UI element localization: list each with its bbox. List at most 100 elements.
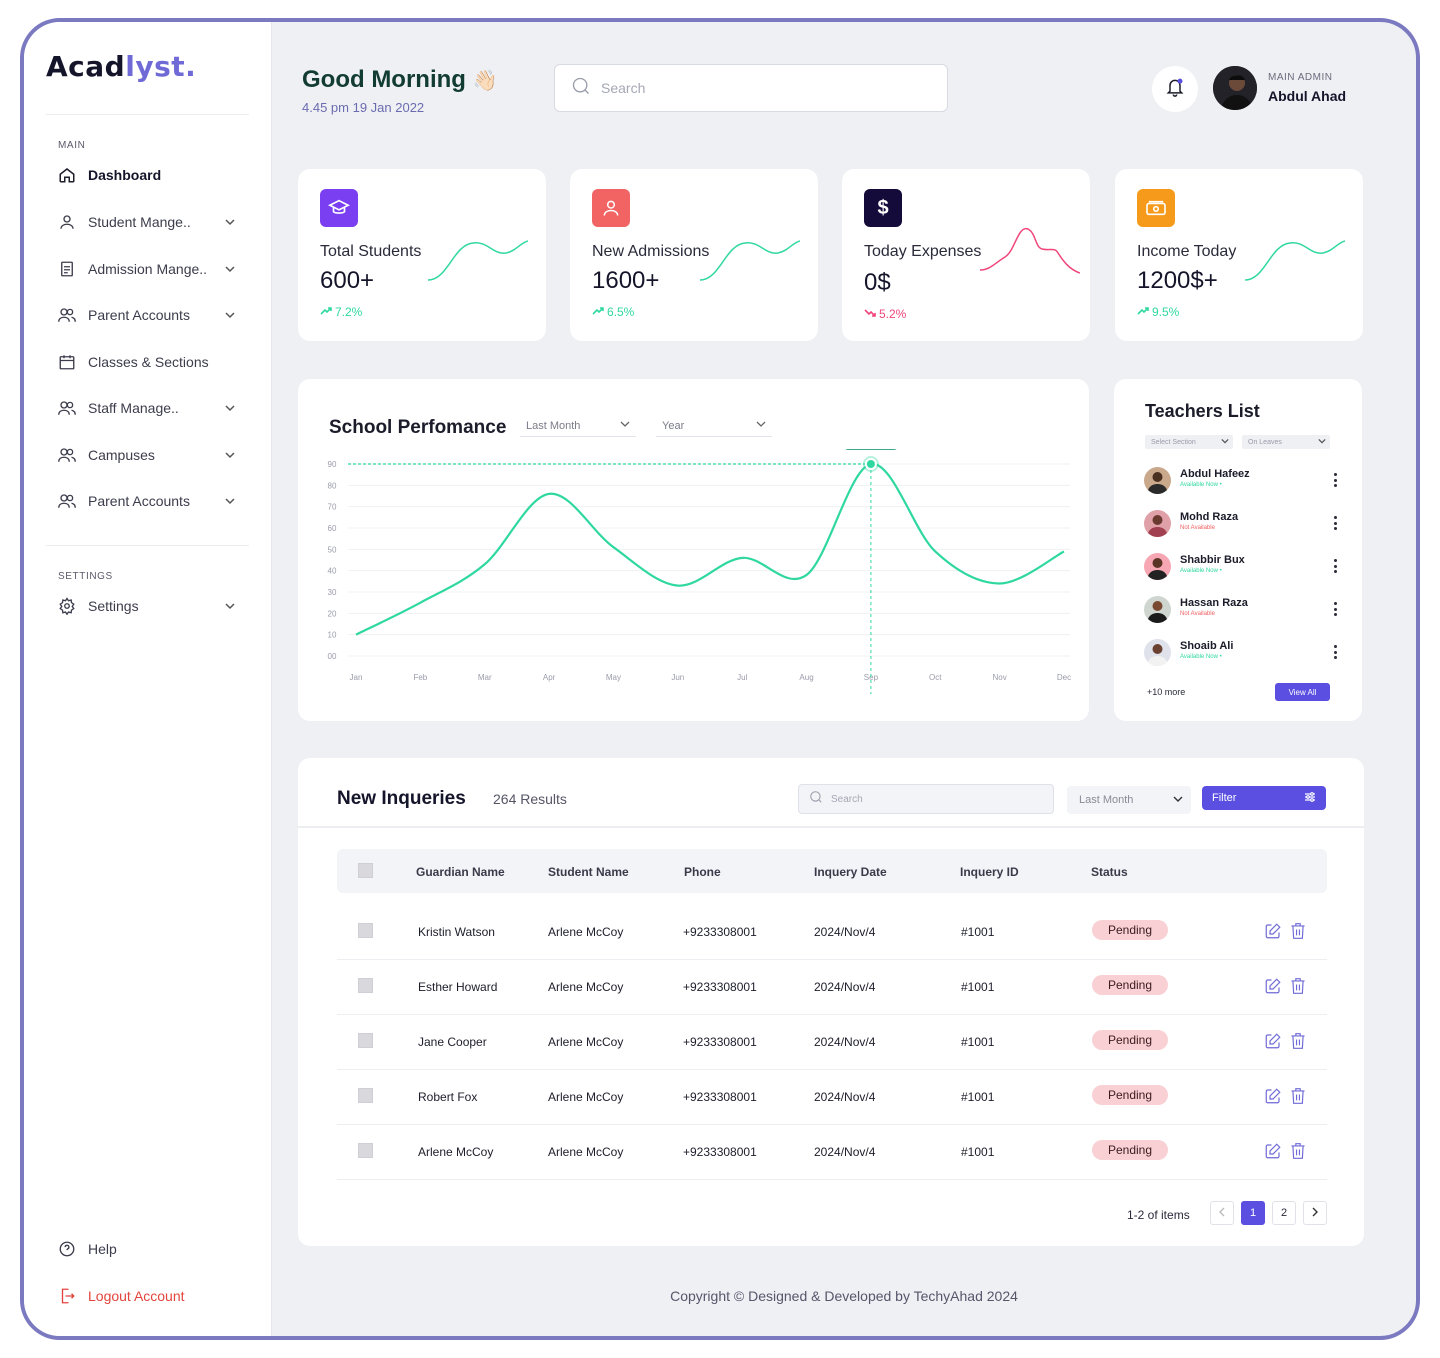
select-value: Last Month bbox=[1079, 794, 1134, 806]
table-row[interactable]: Esther Howard Arlene McCoy +9233308001 2… bbox=[337, 960, 1327, 1015]
table-header: Guardian Name Student Name Phone Inquery… bbox=[337, 849, 1327, 893]
more-vertical-icon[interactable] bbox=[1330, 600, 1340, 618]
x-tick-label: Jun bbox=[671, 673, 684, 682]
sidebar-item-help[interactable]: Help bbox=[56, 1234, 236, 1264]
trash-icon[interactable] bbox=[1289, 977, 1307, 995]
sidebar-item-dashboard[interactable]: Dashboard bbox=[56, 160, 236, 190]
filter-button[interactable]: Filter bbox=[1202, 786, 1326, 810]
sidebar-item-label: Help bbox=[88, 1241, 117, 1257]
search-input[interactable] bbox=[831, 793, 1041, 805]
trash-icon[interactable] bbox=[1289, 1087, 1307, 1105]
edit-icon[interactable] bbox=[1264, 1142, 1282, 1160]
teacher-row[interactable]: Abdul Hafeez Available Now • bbox=[1144, 465, 1337, 495]
teacher-row[interactable]: Hassan Raza Not Available bbox=[1144, 594, 1337, 624]
table-row[interactable]: Arlene McCoy Arlene McCoy +9233308001 20… bbox=[337, 1125, 1327, 1180]
sidebar-item-settings[interactable]: Settings bbox=[56, 591, 236, 621]
student-name: Arlene McCoy bbox=[548, 980, 624, 994]
year-filter-select[interactable]: Year bbox=[656, 415, 772, 437]
cash-icon bbox=[1137, 189, 1175, 227]
view-all-button[interactable]: View All bbox=[1275, 683, 1330, 701]
leave-filter-select[interactable]: On Leaves bbox=[1242, 435, 1330, 449]
notifications-button[interactable] bbox=[1152, 66, 1198, 112]
stat-card-today-expenses[interactable]: $ Today Expenses 0$ 5.2% bbox=[842, 169, 1090, 341]
chevron-down-icon bbox=[224, 309, 236, 321]
row-checkbox[interactable] bbox=[358, 1088, 373, 1103]
trash-icon[interactable] bbox=[1289, 922, 1307, 940]
chevron-down-icon bbox=[224, 402, 236, 414]
column-header[interactable]: Status bbox=[1091, 865, 1128, 879]
search-input[interactable] bbox=[601, 80, 921, 96]
x-tick-label: Oct bbox=[929, 673, 942, 682]
column-header[interactable]: Inquery ID bbox=[960, 865, 1019, 879]
trend-down-icon bbox=[864, 307, 876, 321]
teacher-row[interactable]: Mohd Raza Not Available bbox=[1144, 508, 1337, 538]
pagination-prev[interactable] bbox=[1210, 1201, 1234, 1225]
section-filter-select[interactable]: Select Section bbox=[1145, 435, 1233, 449]
tooltip-box bbox=[845, 449, 897, 450]
logout-button[interactable]: Logout Account bbox=[56, 1281, 236, 1311]
chevron-down-icon bbox=[224, 600, 236, 612]
highlight-point bbox=[864, 458, 877, 470]
sidebar-item-student-manage[interactable]: Student Mange.. bbox=[56, 207, 236, 237]
row-checkbox[interactable] bbox=[358, 978, 373, 993]
table-row[interactable]: Robert Fox Arlene McCoy +9233308001 2024… bbox=[337, 1070, 1327, 1125]
inquiry-id: #1001 bbox=[961, 925, 995, 939]
sidebar-item-parent-accounts[interactable]: Parent Accounts bbox=[56, 300, 236, 330]
more-vertical-icon[interactable] bbox=[1330, 643, 1340, 661]
column-header[interactable]: Phone bbox=[684, 865, 721, 879]
sidebar-item-classes-sections[interactable]: Classes & Sections bbox=[56, 347, 236, 377]
users-icon bbox=[56, 397, 78, 419]
period-select[interactable]: Last Month bbox=[1067, 786, 1191, 814]
column-header[interactable]: Inquery Date bbox=[814, 865, 887, 879]
teacher-row[interactable]: Shabbir Bux Available Now • bbox=[1144, 551, 1337, 581]
sidebar-item-campuses[interactable]: Campuses bbox=[56, 440, 236, 470]
row-checkbox[interactable] bbox=[358, 923, 373, 938]
sidebar-item-label: Dashboard bbox=[88, 167, 162, 183]
sidebar-item-staff-manage[interactable]: Staff Manage.. bbox=[56, 393, 236, 423]
sidebar-item-label: Student Mange.. bbox=[88, 214, 191, 230]
trash-icon[interactable] bbox=[1289, 1142, 1307, 1160]
row-checkbox[interactable] bbox=[358, 1033, 373, 1048]
table-row[interactable]: Jane Cooper Arlene McCoy +9233308001 202… bbox=[337, 1015, 1327, 1070]
stat-trend: 6.5% bbox=[592, 305, 634, 319]
sidebar-item-label: Logout Account bbox=[88, 1288, 185, 1304]
stat-card-total-students[interactable]: Total Students 600+ 7.2% bbox=[298, 169, 546, 341]
admin-avatar[interactable] bbox=[1213, 66, 1257, 110]
sidebar-item-label: Parent Accounts bbox=[88, 307, 190, 323]
app-logo[interactable]: Acadlyst. bbox=[46, 50, 196, 83]
sidebar-item-parent-accounts-2[interactable]: Parent Accounts bbox=[56, 486, 236, 516]
x-tick-label: Apr bbox=[543, 673, 556, 682]
chart-title: School Perfomance bbox=[329, 417, 507, 438]
more-vertical-icon[interactable] bbox=[1330, 557, 1340, 575]
column-header[interactable]: Student Name bbox=[548, 865, 629, 879]
inquiries-search[interactable] bbox=[798, 784, 1054, 814]
trash-icon[interactable] bbox=[1289, 1032, 1307, 1050]
x-tick-label: Mar bbox=[478, 673, 492, 682]
graduation-cap-icon bbox=[320, 189, 358, 227]
edit-icon[interactable] bbox=[1264, 922, 1282, 940]
table-row[interactable]: Kristin Watson Arlene McCoy +9233308001 … bbox=[337, 905, 1327, 960]
edit-icon[interactable] bbox=[1264, 1032, 1282, 1050]
select-all-checkbox[interactable] bbox=[358, 863, 373, 878]
column-header[interactable]: Guardian Name bbox=[416, 865, 505, 879]
pagination-next[interactable] bbox=[1303, 1201, 1327, 1225]
global-search[interactable] bbox=[554, 64, 948, 112]
row-checkbox[interactable] bbox=[358, 1143, 373, 1158]
sidebar-item-admission-manage[interactable]: Admission Mange.. bbox=[56, 254, 236, 284]
pagination-page[interactable]: 2 bbox=[1272, 1201, 1296, 1225]
inquiries-count: 264 Results bbox=[493, 791, 567, 807]
document-icon bbox=[56, 258, 78, 280]
more-vertical-icon[interactable] bbox=[1330, 514, 1340, 532]
more-vertical-icon[interactable] bbox=[1330, 471, 1340, 489]
y-tick-label: 40 bbox=[328, 567, 337, 576]
user-icon bbox=[592, 189, 630, 227]
stat-card-new-admissions[interactable]: New Admissions 1600+ 6.5% bbox=[570, 169, 818, 341]
pagination-page[interactable]: 1 bbox=[1241, 1201, 1265, 1225]
edit-icon[interactable] bbox=[1264, 1087, 1282, 1105]
stat-card-income-today[interactable]: Income Today 1200$+ 9.5% bbox=[1115, 169, 1363, 341]
sparkline bbox=[700, 240, 800, 281]
month-filter-select[interactable]: Last Month bbox=[520, 415, 636, 437]
teacher-row[interactable]: Shoaib Ali Available Now • bbox=[1144, 637, 1337, 667]
edit-icon[interactable] bbox=[1264, 977, 1282, 995]
sidebar-item-label: Campuses bbox=[88, 447, 155, 463]
